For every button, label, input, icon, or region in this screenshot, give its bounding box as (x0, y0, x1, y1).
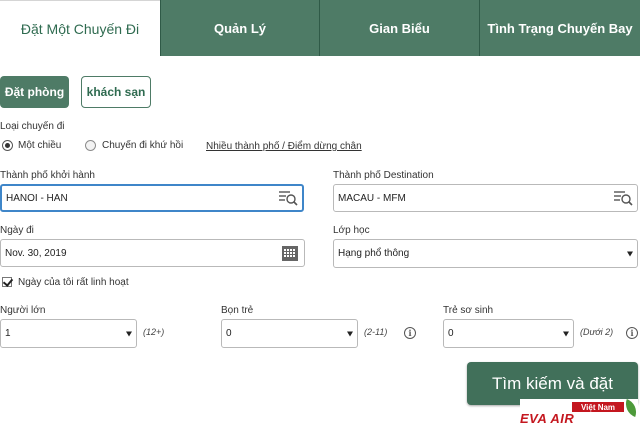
adults-label: Người lớn (0, 305, 46, 316)
cabin-label: Lớp học (333, 225, 370, 236)
one-way-radio[interactable] (2, 140, 13, 151)
watermark-bottom-text: EVA AIR (520, 411, 575, 426)
date-label: Ngày đi (0, 225, 34, 236)
destination-label: Thành phố Destination (333, 170, 434, 181)
search-list-icon[interactable] (278, 189, 298, 207)
cabin-select[interactable]: Hạng phổ thông (333, 239, 638, 268)
tab-manage[interactable]: Quản Lý (160, 0, 319, 56)
round-trip-radio[interactable] (85, 140, 96, 151)
eva-air-watermark: Việt Nam EVA AIR (520, 399, 640, 426)
info-icon[interactable]: i (404, 327, 416, 339)
adults-select[interactable]: 1 (0, 319, 137, 348)
flexible-checkbox[interactable] (2, 277, 12, 287)
chevron-down-icon (347, 331, 353, 336)
infants-label: Trẻ sơ sinh (443, 305, 494, 316)
adults-hint: (12+) (143, 327, 165, 337)
children-label: Bọn trẻ (221, 305, 254, 316)
origin-label: Thành phố khởi hành (0, 170, 95, 181)
book-button[interactable]: Đặt phòng (0, 76, 69, 108)
children-select[interactable]: 0 (221, 319, 358, 348)
trip-type-label: Loại chuyến đi (0, 121, 65, 132)
infants-select[interactable]: 0 (443, 319, 574, 348)
infants-value: 0 (448, 328, 454, 339)
multi-city-link[interactable]: Nhiều thành phố / Điểm dừng chân (206, 141, 362, 152)
calendar-icon[interactable] (280, 244, 300, 262)
chevron-down-icon (126, 331, 132, 336)
destination-value: MACAU - MFM (338, 192, 406, 204)
origin-value: HANOI - HAN (6, 192, 68, 204)
flexible-label[interactable]: Ngày của tôi rất linh hoạt (18, 277, 129, 288)
tab-flight-status[interactable]: Tình Trạng Chuyến Bay (479, 0, 640, 56)
date-value: Nov. 30, 2019 (5, 247, 67, 259)
departure-date-input[interactable]: Nov. 30, 2019 (0, 239, 305, 267)
chevron-down-icon (627, 251, 633, 256)
tab-timetable[interactable]: Gian Biểu (319, 0, 479, 56)
chevron-down-icon (563, 331, 569, 336)
origin-input[interactable]: HANOI - HAN (0, 184, 304, 212)
children-value: 0 (226, 328, 232, 339)
children-hint: (2-11) (364, 327, 388, 337)
one-way-label[interactable]: Một chiều (18, 140, 61, 151)
search-list-icon[interactable] (613, 189, 633, 207)
tab-book-trip[interactable]: Đặt Một Chuyến Đi (0, 0, 160, 56)
round-trip-label[interactable]: Chuyến đi khứ hồi (102, 140, 183, 151)
infants-hint: (Dưới 2) (580, 327, 614, 337)
hotel-button[interactable]: khách sạn (81, 76, 151, 108)
info-icon[interactable]: i (626, 327, 638, 339)
main-tabs: Đặt Một Chuyến Đi Quản Lý Gian Biểu Tình… (0, 0, 640, 56)
destination-input[interactable]: MACAU - MFM (333, 184, 638, 212)
adults-value: 1 (5, 328, 11, 339)
cabin-value: Hạng phổ thông (338, 248, 410, 259)
